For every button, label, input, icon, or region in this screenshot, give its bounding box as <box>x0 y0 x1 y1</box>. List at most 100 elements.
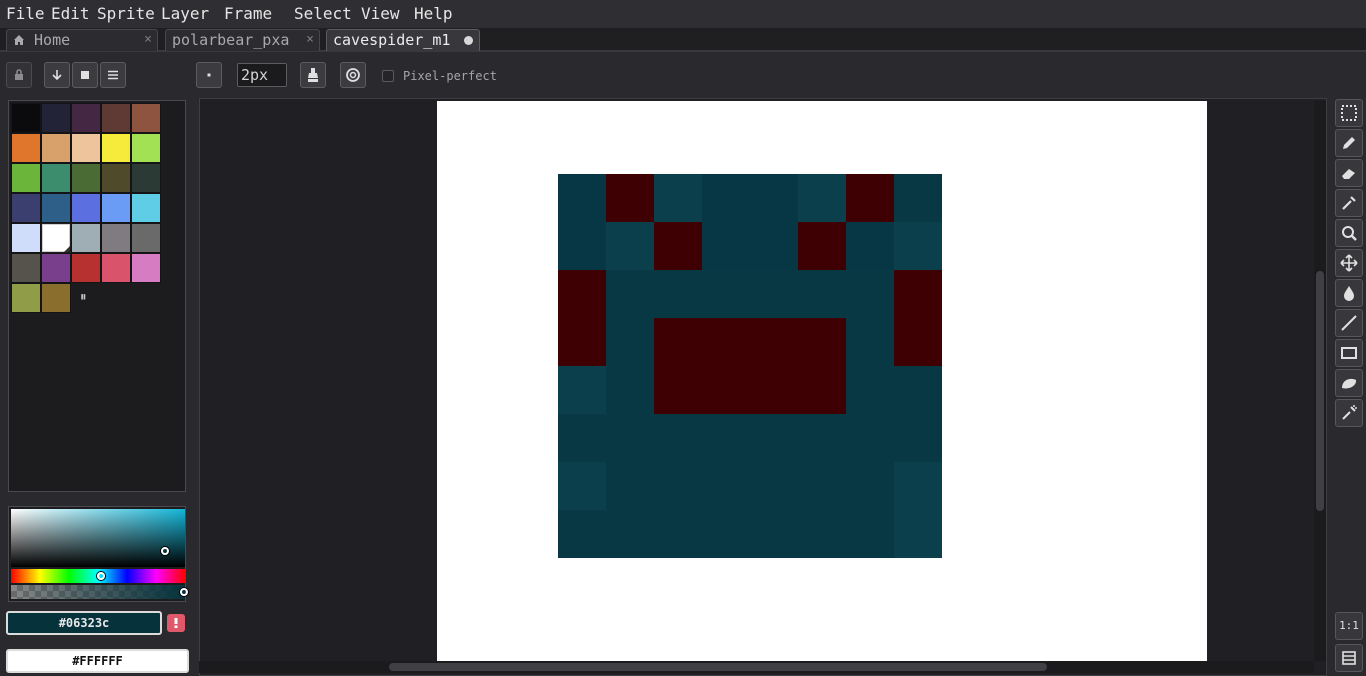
vertical-scrollbar-thumb[interactable] <box>1316 271 1324 511</box>
sprite-pixel[interactable] <box>558 462 606 510</box>
brush-type-button[interactable] <box>196 62 222 88</box>
symmetry-icon[interactable] <box>340 62 366 88</box>
menu-frame[interactable]: Frame <box>224 4 272 23</box>
sprite-pixel[interactable] <box>654 174 702 222</box>
palette-swatch[interactable] <box>41 103 71 133</box>
sprite-pixel[interactable] <box>798 414 846 462</box>
sprite-pixel[interactable] <box>798 222 846 270</box>
sprite-pixel[interactable] <box>846 366 894 414</box>
sprite-pixel[interactable] <box>702 414 750 462</box>
sprite-pixel[interactable] <box>894 510 942 558</box>
sprite-pixel[interactable] <box>606 366 654 414</box>
menu-sprite[interactable]: Sprite <box>97 4 155 23</box>
sprite-pixel[interactable] <box>654 414 702 462</box>
foreground-color-field[interactable]: #06323c <box>6 611 162 635</box>
menu-icon[interactable] <box>100 62 126 88</box>
sprite-pixel[interactable] <box>750 366 798 414</box>
palette-swatch[interactable] <box>101 103 131 133</box>
rectangle-icon[interactable] <box>1335 339 1363 367</box>
arrow-down-icon[interactable] <box>44 62 70 88</box>
tab-polarbear[interactable]: polarbear_pxa × <box>165 29 320 51</box>
palette-swatch[interactable] <box>131 133 161 163</box>
sprite-pixel[interactable] <box>846 318 894 366</box>
sv-handle[interactable] <box>161 547 169 555</box>
sprite-pixel[interactable] <box>702 510 750 558</box>
sprite-pixel[interactable] <box>702 318 750 366</box>
palette-swatch[interactable] <box>101 253 131 283</box>
palette-swatch[interactable] <box>131 253 161 283</box>
palette-swatch[interactable] <box>11 103 41 133</box>
sprite-pixel[interactable] <box>750 174 798 222</box>
sprite-pixel[interactable] <box>606 462 654 510</box>
sprite-pixel[interactable] <box>894 318 942 366</box>
sprite-pixel[interactable] <box>558 174 606 222</box>
sprite-pixel[interactable] <box>846 462 894 510</box>
palette-swatch[interactable] <box>41 163 71 193</box>
palette-swatch[interactable] <box>11 223 41 253</box>
warning-icon[interactable] <box>167 614 185 632</box>
sprite-pixel[interactable] <box>846 510 894 558</box>
sprite-pixel[interactable] <box>558 270 606 318</box>
palette-swatch[interactable] <box>11 283 41 313</box>
ink-icon[interactable] <box>300 62 326 88</box>
menu-file[interactable]: File <box>6 4 45 23</box>
pencil-icon[interactable] <box>1335 129 1363 157</box>
palette-swatch[interactable] <box>11 163 41 193</box>
ellipse-icon[interactable] <box>1335 369 1363 397</box>
vertical-scrollbar[interactable] <box>1314 101 1326 661</box>
sprite-pixel[interactable] <box>894 366 942 414</box>
sprite-pixels[interactable] <box>558 174 942 558</box>
sprite-pixel[interactable] <box>558 366 606 414</box>
palette-swatch[interactable] <box>71 223 101 253</box>
sprite-pixel[interactable] <box>606 270 654 318</box>
alpha-slider[interactable] <box>11 585 185 599</box>
palette-swatch[interactable] <box>101 163 131 193</box>
sprite-pixel[interactable] <box>750 318 798 366</box>
sprite-pixel[interactable] <box>894 174 942 222</box>
spray-icon[interactable] <box>1335 399 1363 427</box>
horizontal-scrollbar[interactable] <box>199 661 1314 673</box>
sprite-pixel[interactable] <box>606 510 654 558</box>
palette-swatch[interactable] <box>71 133 101 163</box>
marquee-icon[interactable] <box>1335 99 1363 127</box>
sprite-pixel[interactable] <box>750 222 798 270</box>
sprite-pixel[interactable] <box>750 462 798 510</box>
sprite-pixel[interactable] <box>798 462 846 510</box>
palette-swatch[interactable] <box>71 163 101 193</box>
palette-swatch[interactable] <box>101 133 131 163</box>
palette-swatch[interactable] <box>41 223 71 253</box>
sprite-pixel[interactable] <box>606 174 654 222</box>
sprite-pixel[interactable] <box>606 414 654 462</box>
palette-swatch[interactable] <box>131 163 161 193</box>
tab-cavespider[interactable]: cavespider_m1 <box>326 29 480 51</box>
sprite-pixel[interactable] <box>798 174 846 222</box>
close-icon[interactable]: × <box>144 30 152 50</box>
brush-size-input[interactable]: 2px <box>237 63 287 87</box>
menu-edit[interactable]: Edit <box>51 4 90 23</box>
sprite-pixel[interactable] <box>702 366 750 414</box>
palette-swatch[interactable] <box>11 133 41 163</box>
sprite-pixel[interactable] <box>654 462 702 510</box>
sprite-pixel[interactable] <box>702 222 750 270</box>
sprite-pixel[interactable] <box>654 366 702 414</box>
palette-swatch[interactable] <box>11 253 41 283</box>
sprite-pixel[interactable] <box>654 318 702 366</box>
menu-view[interactable]: View <box>361 4 400 23</box>
line-icon[interactable] <box>1335 309 1363 337</box>
pixel-perfect-checkbox[interactable] <box>382 70 394 82</box>
palette-swatch[interactable] <box>41 193 71 223</box>
sprite-pixel[interactable] <box>846 414 894 462</box>
tab-home[interactable]: Home × <box>6 29 158 51</box>
menu-help[interactable]: Help <box>414 4 453 23</box>
palette-swatch[interactable] <box>71 193 101 223</box>
saturation-value-area[interactable] <box>11 509 185 567</box>
sprite-pixel[interactable] <box>798 510 846 558</box>
lock-icon[interactable] <box>6 62 32 88</box>
sprite-pixel[interactable] <box>654 510 702 558</box>
sprite-pixel[interactable] <box>558 222 606 270</box>
palette-swatch[interactable] <box>11 193 41 223</box>
sprite-pixel[interactable] <box>654 270 702 318</box>
sprite-pixel[interactable] <box>846 222 894 270</box>
palette-swatch[interactable] <box>131 193 161 223</box>
sprite-pixel[interactable] <box>798 270 846 318</box>
